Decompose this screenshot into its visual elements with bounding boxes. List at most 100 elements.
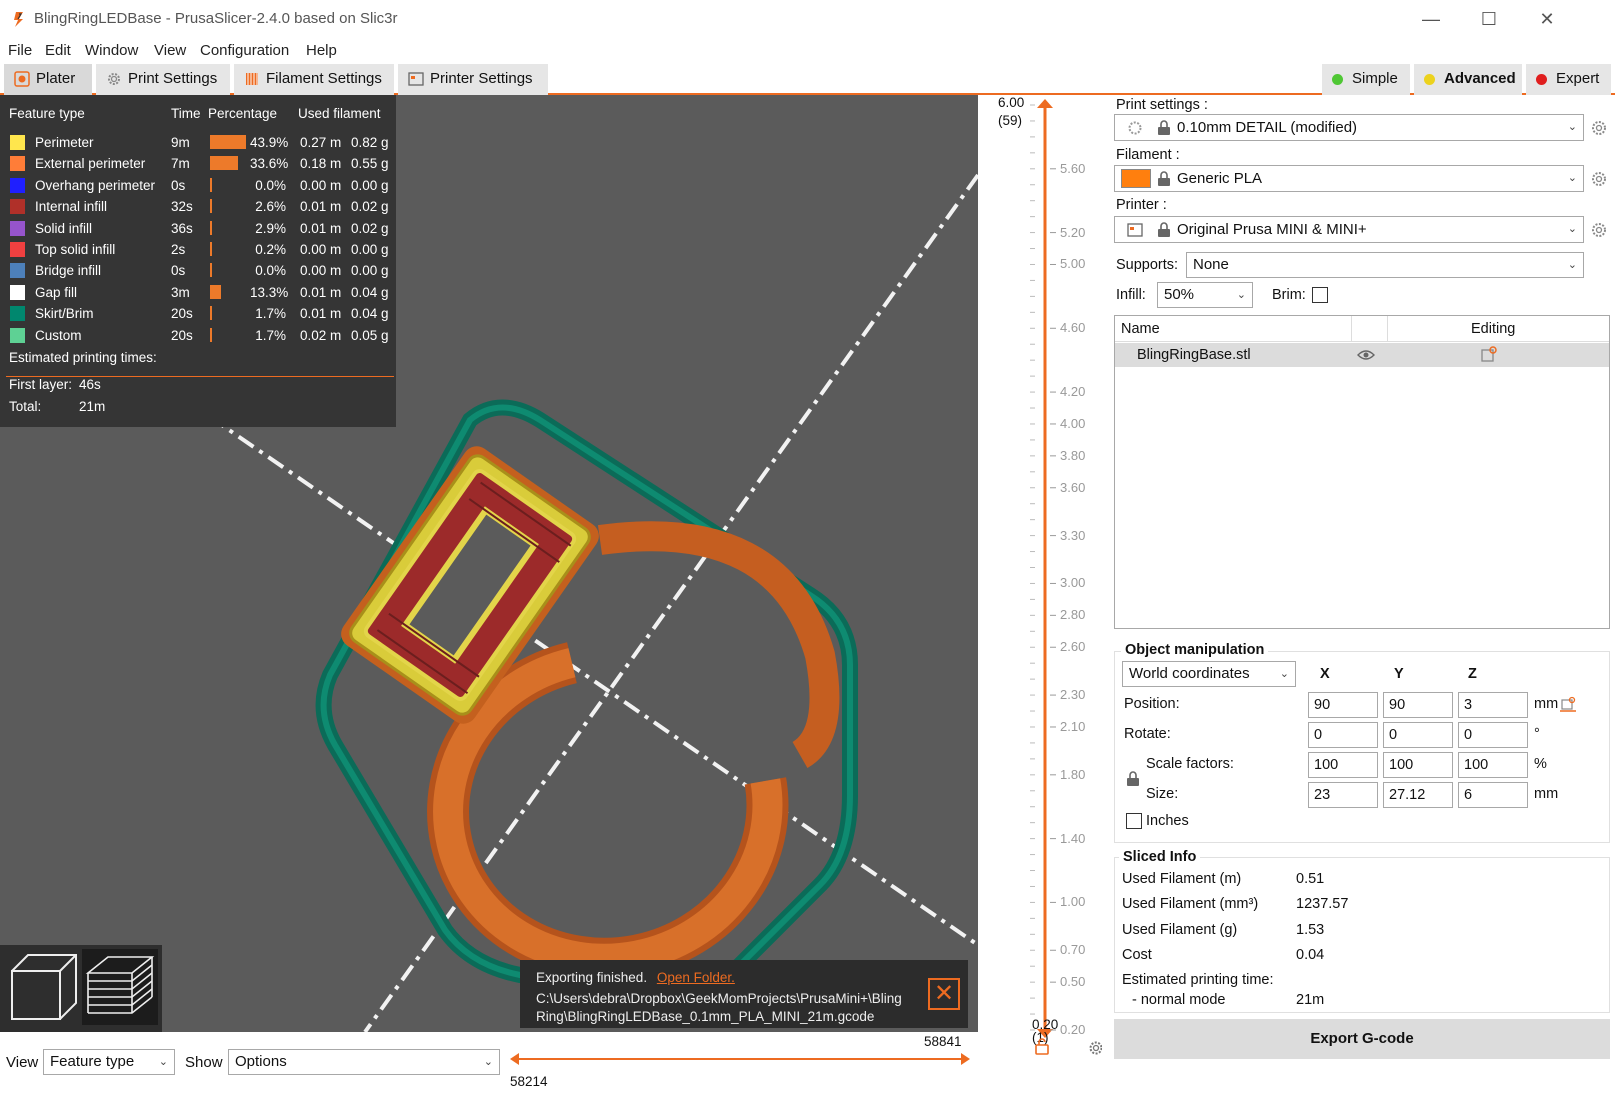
unlock-icon[interactable] xyxy=(1034,1037,1050,1055)
rotate-label: Rotate: xyxy=(1124,726,1171,742)
layers-view-icon[interactable] xyxy=(82,949,158,1025)
menu-help[interactable]: Help xyxy=(306,42,337,59)
maximize-button[interactable]: ☐ xyxy=(1466,6,1512,32)
drop-to-bed-icon[interactable] xyxy=(1560,696,1576,712)
editing-column-header[interactable]: Editing xyxy=(1471,321,1515,337)
size-x-input[interactable]: 23 xyxy=(1308,782,1378,808)
print-settings-select[interactable]: 0.10mm DETAIL (modified) ⌄ xyxy=(1114,114,1584,141)
inches-checkbox[interactable] xyxy=(1126,813,1142,829)
chevron-down-icon: ⌄ xyxy=(1567,172,1577,184)
mode-simple-button[interactable]: Simple xyxy=(1322,64,1410,95)
legend-color-swatch xyxy=(10,135,25,150)
menu-file[interactable]: File xyxy=(8,42,32,59)
edit-object-icon[interactable] xyxy=(1481,346,1497,362)
menu-view[interactable]: View xyxy=(154,42,186,59)
printer-edit-icon[interactable] xyxy=(1590,221,1608,239)
vslider-thumb-top[interactable] xyxy=(1037,99,1053,108)
eye-icon[interactable] xyxy=(1357,348,1375,362)
printer-select[interactable]: Original Prusa MINI & MINI+ ⌄ xyxy=(1114,216,1584,243)
size-y-input[interactable]: 27.12 xyxy=(1383,782,1453,808)
print-settings-edit-icon[interactable] xyxy=(1590,119,1608,137)
size-z-input[interactable]: 6 xyxy=(1458,782,1528,808)
infill-select[interactable]: 50% ⌄ xyxy=(1157,282,1253,308)
used-filament-m-label: Used Filament (m) xyxy=(1122,871,1242,887)
brim-checkbox[interactable] xyxy=(1312,287,1328,303)
legend-row[interactable]: Skirt/Brim 20s 1.7% 0.01 m 0.04 g xyxy=(0,304,396,326)
cost-label: Cost xyxy=(1122,947,1152,963)
minimize-button[interactable]: — xyxy=(1408,6,1454,32)
legend-percentage: 1.7% xyxy=(255,327,286,343)
legend-color-swatch xyxy=(10,156,25,172)
filament-select[interactable]: Generic PLA ⌄ xyxy=(1114,165,1584,192)
tab-print-settings[interactable]: Print Settings xyxy=(96,64,230,95)
close-window-button[interactable]: ✕ xyxy=(1524,6,1570,32)
position-unit: mm xyxy=(1534,696,1559,712)
legend-row[interactable]: Solid infill 36s 2.9% 0.01 m 0.02 g xyxy=(0,219,396,241)
tab-filament-settings[interactable]: Filament Settings xyxy=(234,64,394,95)
rotate-x-input[interactable]: 0 xyxy=(1308,722,1378,748)
menu-edit[interactable]: Edit xyxy=(45,42,71,59)
legend-row[interactable]: Custom 20s 1.7% 0.02 m 0.05 g xyxy=(0,326,396,348)
show-options-select[interactable]: Options ⌄ xyxy=(228,1049,500,1075)
legend-time: 0s xyxy=(171,177,186,193)
position-z-input[interactable]: 3 xyxy=(1458,692,1528,718)
export-gcode-button[interactable]: Export G-code xyxy=(1114,1019,1610,1059)
legend-color-swatch xyxy=(10,242,25,257)
mode-advanced-button[interactable]: Advanced xyxy=(1414,64,1522,95)
legend-row[interactable]: Overhang perimeter 0s 0.0% 0.00 m 0.00 g xyxy=(0,176,396,198)
slider-thumb-high[interactable] xyxy=(961,1053,970,1065)
legend-row[interactable]: External perimeter 7m 33.6% 0.18 m 0.55 g xyxy=(0,154,396,176)
scale-y-input[interactable]: 100 xyxy=(1383,752,1453,778)
scale-z-input[interactable]: 100 xyxy=(1458,752,1528,778)
right-sidebar: Print settings : 0.10mm DETAIL (modified… xyxy=(1102,95,1615,1091)
lock-icon xyxy=(1158,171,1170,186)
vslider-tick-label: 5.00 xyxy=(1060,256,1086,272)
filament-label: Filament : xyxy=(1116,147,1180,163)
legend-feature-name: External perimeter xyxy=(35,156,146,172)
legend-row[interactable]: Internal infill 32s 2.6% 0.01 m 0.02 g xyxy=(0,197,396,219)
supports-select[interactable]: None ⌄ xyxy=(1186,252,1584,278)
tab-plater[interactable]: Plater xyxy=(4,64,92,95)
position-x-input[interactable]: 90 xyxy=(1308,692,1378,718)
hslider-high-value: 58841 xyxy=(924,1034,962,1049)
legend-row[interactable]: Gap fill 3m 13.3% 0.01 m 0.04 g xyxy=(0,283,396,305)
menu-window[interactable]: Window xyxy=(85,42,138,59)
slider-thumb-low[interactable] xyxy=(510,1053,519,1065)
axis-y-label: Y xyxy=(1394,666,1404,682)
mode-expert-button[interactable]: Expert xyxy=(1526,64,1611,95)
horizontal-slider-track[interactable] xyxy=(510,1032,970,1091)
legend-time: 3m xyxy=(171,284,190,300)
legend-row[interactable]: Bridge infill 0s 0.0% 0.00 m 0.00 g xyxy=(0,261,396,283)
legend-feature-name: Skirt/Brim xyxy=(35,306,94,322)
name-column-header[interactable]: Name xyxy=(1121,321,1160,337)
filament-edit-icon[interactable] xyxy=(1590,170,1608,188)
cog-icon xyxy=(108,73,120,85)
3d-view-icon[interactable] xyxy=(6,949,82,1025)
scale-lock-icon[interactable] xyxy=(1126,771,1140,787)
tab-printer-settings[interactable]: Printer Settings xyxy=(398,64,548,95)
legend-feature-name: Overhang perimeter xyxy=(35,177,156,193)
legend-row[interactable]: Perimeter 9m 43.9% 0.27 m 0.82 g xyxy=(0,133,396,155)
filament-color-swatch[interactable] xyxy=(1121,169,1151,188)
3d-preview-viewport[interactable]: Feature type Time Percentage Used filame… xyxy=(0,95,978,1032)
window-title: BlingRingLEDBase - PrusaSlicer-2.4.0 bas… xyxy=(34,10,398,27)
horizontal-move-slider[interactable]: 58214 58841 xyxy=(510,1032,970,1091)
rotate-z-input[interactable]: 0 xyxy=(1458,722,1528,748)
coordinate-system-value: World coordinates xyxy=(1129,665,1250,682)
vertical-layer-slider[interactable]: 6.00 (59) 5.60 5.20 5.00 4.60 4.20 4.00 3.80 3.… xyxy=(978,95,1103,1091)
rotate-y-input[interactable]: 0 xyxy=(1383,722,1453,748)
coordinate-system-select[interactable]: World coordinates ⌄ xyxy=(1122,661,1296,687)
object-list-row[interactable]: BlingRingBase.stl xyxy=(1115,343,1609,367)
close-notification-button[interactable]: ✕ xyxy=(928,978,960,1010)
legend-used-length: 0.27 m xyxy=(300,135,342,150)
view-type-select[interactable]: Feature type ⌄ xyxy=(43,1049,175,1075)
object-list[interactable]: Name Editing BlingRingBase.stl xyxy=(1114,315,1610,629)
legend-row[interactable]: Top solid infill 2s 0.2% 0.00 m 0.00 g xyxy=(0,240,396,262)
legend-percentage-bar xyxy=(210,306,212,321)
tab-print-settings-label: Print Settings xyxy=(128,70,218,87)
open-folder-link[interactable]: Open Folder. xyxy=(657,970,735,985)
menu-configuration[interactable]: Configuration xyxy=(200,42,289,59)
scale-x-input[interactable]: 100 xyxy=(1308,752,1378,778)
legend-percentage-bar xyxy=(210,199,213,214)
position-y-input[interactable]: 90 xyxy=(1383,692,1453,718)
